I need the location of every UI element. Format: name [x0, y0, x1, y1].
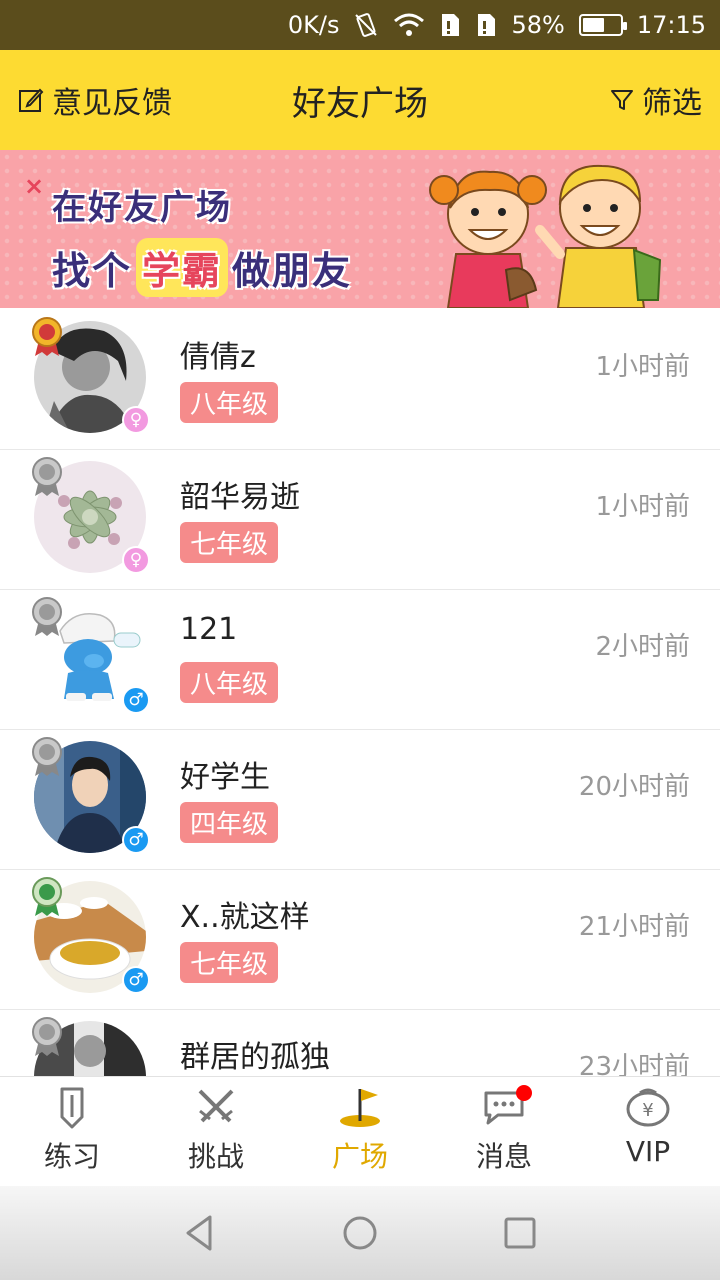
medal-icon: [32, 457, 62, 496]
edit-icon: [19, 88, 44, 112]
banner-highlight: 学霸: [136, 238, 229, 297]
friend-name: 倩倩z: [180, 340, 256, 375]
network-speed: 0K/s: [287, 11, 340, 39]
tab-messages[interactable]: 消息: [432, 1077, 576, 1186]
feedback-label: 意见反馈: [52, 86, 172, 121]
friend-name: 群居的孤独: [180, 1040, 330, 1075]
friend-row[interactable]: ♂ 121 八年级 2小时前: [0, 590, 720, 730]
unread-badge: [516, 1085, 532, 1101]
crossed-swords-icon: [198, 1089, 234, 1123]
friend-name: X..就这样: [180, 900, 310, 935]
cartoon-kids-illustration: [429, 164, 662, 308]
medal-icon: [32, 317, 62, 356]
gender-male-icon: ♂: [122, 826, 150, 854]
promo-banner[interactable]: × 在好友广场 找个 学霸 做朋友: [0, 150, 720, 308]
recent-apps-icon[interactable]: [500, 1213, 540, 1253]
medal-icon: [32, 737, 62, 776]
friend-row[interactable]: 群居的孤独 23小时前: [0, 1010, 720, 1076]
system-nav-bar: [0, 1186, 720, 1280]
svg-text:¥: ¥: [642, 1100, 653, 1121]
battery-icon: [578, 14, 627, 36]
grade-badge: 八年级: [180, 662, 279, 703]
clock: 17:15: [636, 11, 706, 39]
banner-line2: 找个 学霸 做朋友: [52, 238, 352, 297]
tab-vip[interactable]: ¥ VIP: [576, 1077, 720, 1186]
grade-badge: 七年级: [180, 942, 279, 983]
back-icon[interactable]: [180, 1213, 220, 1253]
medal-icon: [32, 877, 62, 916]
filter-icon: [611, 90, 633, 110]
banner-line2-post: 做朋友: [232, 249, 353, 293]
gender-male-icon: ♂: [122, 686, 150, 714]
sparkle-icon: ×: [24, 172, 45, 200]
banner-line2-pre: 找个: [52, 249, 133, 293]
last-active-time: 20小时前: [578, 772, 690, 802]
gender-female-icon: ♀: [122, 546, 150, 574]
tab-label: 消息: [475, 1140, 532, 1173]
friend-row[interactable]: ♂ 好学生 四年级 20小时前: [0, 730, 720, 870]
friend-name: 好学生: [180, 760, 270, 795]
flag-icon: [340, 1089, 380, 1127]
last-active-time: 23小时前: [578, 1052, 690, 1076]
friend-list[interactable]: ♀ 倩倩z 八年级 1小时前 ♀ 韶华易逝 七年级 1小时前 ♂ 121 八年级…: [0, 310, 720, 1076]
filter-button[interactable]: 筛选: [610, 78, 702, 122]
last-active-time: 1小时前: [595, 352, 690, 382]
header: 意见反馈 好友广场 筛选: [0, 50, 720, 150]
status-bar: 0K/s 58% 17:15: [0, 0, 720, 50]
home-icon[interactable]: [340, 1213, 380, 1253]
battery-percent: 58%: [511, 11, 565, 39]
friend-row[interactable]: ♀ 韶华易逝 七年级 1小时前: [0, 450, 720, 590]
sim2-icon: [475, 12, 497, 38]
gender-female-icon: ♀: [122, 406, 150, 434]
friend-row[interactable]: ♀ 倩倩z 八年级 1小时前: [0, 310, 720, 450]
tab-square[interactable]: 广场: [288, 1077, 432, 1186]
yen-badge-icon: ¥: [626, 1088, 670, 1127]
gender-male-icon: ♂: [122, 966, 150, 994]
tab-label: VIP: [625, 1135, 671, 1168]
sim1-icon: [439, 12, 461, 38]
pencil-icon: [60, 1087, 84, 1129]
tab-label: 挑战: [187, 1140, 244, 1173]
medal-icon: [32, 597, 62, 636]
banner-line1: 在好友广场: [52, 188, 232, 228]
friend-row[interactable]: ♂ X..就这样 七年级 21小时前: [0, 870, 720, 1010]
tab-label: 练习: [43, 1140, 100, 1173]
tab-practice[interactable]: 练习: [0, 1077, 144, 1186]
last-active-time: 1小时前: [595, 492, 690, 522]
wifi-icon: [393, 12, 425, 38]
last-active-time: 2小时前: [595, 632, 690, 662]
grade-badge: 八年级: [180, 382, 279, 423]
vibrate-icon: [353, 12, 379, 38]
grade-badge: 四年级: [180, 802, 279, 843]
friend-name: 121: [180, 612, 238, 647]
friend-name: 韶华易逝: [180, 480, 300, 515]
grade-badge: 七年级: [180, 522, 279, 563]
bottom-tab-bar: 练习 挑战 广场 消息 ¥ VIP: [0, 1076, 720, 1186]
last-active-time: 21小时前: [578, 912, 690, 942]
tab-label: 广场: [331, 1140, 388, 1173]
feedback-button[interactable]: 意见反馈: [18, 78, 172, 122]
medal-icon: [32, 1017, 62, 1056]
filter-label: 筛选: [642, 86, 702, 121]
tab-challenge[interactable]: 挑战: [144, 1077, 288, 1186]
